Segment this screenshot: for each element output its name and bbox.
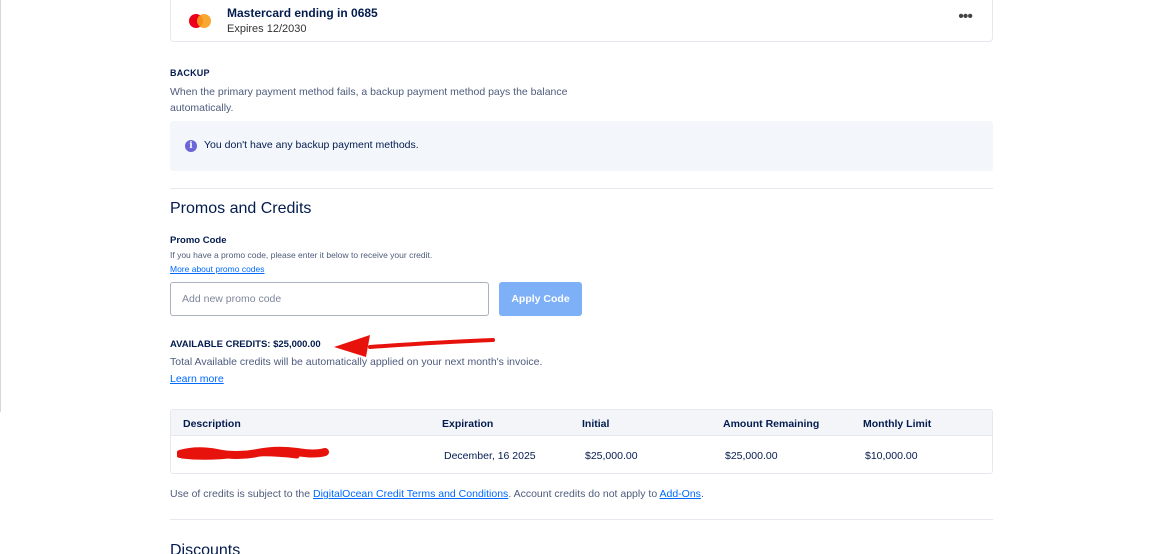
credit-terms-link[interactable]: DigitalOcean Credit Terms and Conditions (313, 488, 508, 500)
promo-code-label: Promo Code (170, 235, 227, 246)
more-options-icon[interactable]: ••• (958, 9, 973, 25)
promo-code-input[interactable] (170, 282, 489, 316)
backup-description: When the primary payment method fails, a… (170, 86, 568, 114)
row-monthly-limit: $10,000.00 (865, 450, 918, 462)
section-divider (170, 188, 993, 189)
backup-info-box: i You don't have any backup payment meth… (170, 121, 993, 171)
mastercard-logo-icon (189, 14, 211, 28)
available-credits-heading: AVAILABLE CREDITS: $25,000.00 (170, 339, 321, 350)
redacted-description (177, 446, 329, 460)
terms-prefix: Use of credits is subject to the (170, 488, 313, 500)
learn-more-link[interactable]: Learn more (170, 373, 224, 385)
credits-description: Total Available credits will be automati… (170, 356, 543, 368)
card-title: Mastercard ending in 0685 (227, 6, 378, 20)
red-arrow-annotation (334, 335, 495, 357)
discounts-section-title: Discounts (170, 542, 241, 554)
backup-heading: BACKUP (170, 68, 210, 78)
backup-info-text: You don't have any backup payment method… (204, 139, 419, 151)
column-header-expiration: Expiration (442, 418, 494, 430)
table-header: Description Expiration Initial Amount Re… (171, 410, 992, 436)
info-icon: i (185, 140, 197, 152)
row-amount-remaining: $25,000.00 (725, 450, 778, 462)
column-header-description: Description (183, 418, 241, 430)
left-edge-border (0, 0, 1, 412)
apply-code-button[interactable]: Apply Code (499, 282, 582, 316)
primary-payment-card: Mastercard ending in 0685 Expires 12/203… (170, 0, 993, 42)
row-expiration: December, 16 2025 (444, 450, 536, 462)
row-initial: $25,000.00 (585, 450, 638, 462)
card-expiry: Expires 12/2030 (227, 23, 307, 35)
column-header-amount-remaining: Amount Remaining (723, 418, 820, 430)
terms-middle: . Account credits do not apply to (508, 488, 660, 500)
promos-section-title: Promos and Credits (170, 200, 312, 217)
section-divider (170, 519, 993, 520)
add-ons-link[interactable]: Add-Ons (660, 488, 701, 500)
billing-page: Mastercard ending in 0685 Expires 12/203… (0, 0, 1158, 554)
column-header-monthly-limit: Monthly Limit (863, 418, 932, 430)
promo-codes-link[interactable]: More about promo codes (170, 264, 265, 274)
promo-code-help: If you have a promo code, please enter i… (170, 250, 433, 260)
terms-suffix: . (700, 488, 704, 500)
credits-table: Description Expiration Initial Amount Re… (170, 409, 993, 474)
credit-terms-text: Use of credits is subject to the Digital… (170, 488, 704, 500)
column-header-initial: Initial (582, 418, 610, 430)
